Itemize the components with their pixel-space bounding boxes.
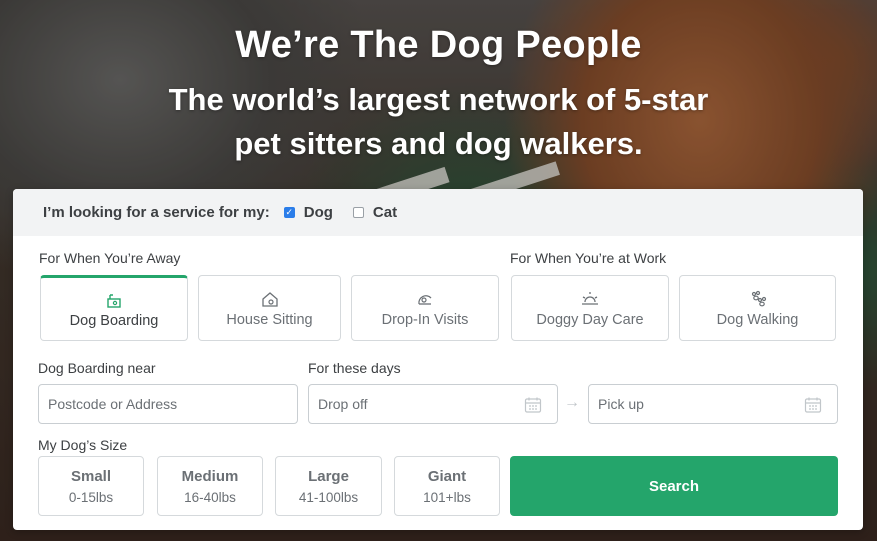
hero-subtitle-line1: The world’s largest network of 5-star — [168, 82, 709, 117]
pick-up-date-input[interactable]: Pick up — [588, 384, 838, 424]
size-option-small[interactable]: Small 0-15lbs — [38, 456, 144, 516]
cat-checkbox-label: Cat — [372, 204, 398, 221]
service-label: Dog Walking — [716, 311, 799, 328]
size-range: 41-100lbs — [298, 489, 359, 505]
size-name: Large — [308, 467, 349, 485]
dog-size-label: My Dog’s Size — [38, 437, 128, 453]
drop-in-visits-icon — [418, 294, 432, 305]
location-input[interactable]: Postcode or Address — [38, 384, 298, 424]
service-doggy-day-care[interactable]: Doggy Day Care — [511, 275, 669, 341]
pick-up-placeholder: Pick up — [598, 396, 644, 412]
hero-subtitle: The world’s largest network of 5-star pe… — [0, 78, 877, 166]
service-dog-boarding[interactable]: Dog Boarding — [40, 275, 188, 341]
date-range-arrow-icon: → — [564, 394, 580, 411]
drop-off-placeholder: Drop off — [318, 396, 368, 412]
drop-off-date-input[interactable]: Drop off — [308, 384, 558, 424]
size-range: 0-15lbs — [68, 489, 114, 505]
service-label: House Sitting — [226, 311, 313, 328]
size-option-large[interactable]: Large 41-100lbs — [275, 456, 382, 516]
dog-checkbox[interactable]: ✓ — [283, 207, 295, 218]
calendar-icon[interactable] — [524, 396, 542, 414]
pet-type-bar: I’m looking for a service for my: ✓ Dog … — [13, 189, 863, 236]
size-name: Giant — [427, 467, 467, 485]
size-option-medium[interactable]: Medium 16-40lbs — [157, 456, 263, 516]
hero-title: We’re The Dog People — [235, 24, 642, 66]
dog-walking-icon — [751, 290, 766, 306]
service-label: Drop-In Visits — [381, 311, 469, 328]
dog-checkbox-label: Dog — [303, 204, 333, 221]
size-range: 16-40lbs — [184, 489, 236, 505]
service-dog-walking[interactable]: Dog Walking — [679, 275, 836, 341]
service-label: Doggy Day Care — [536, 311, 644, 328]
hero-subtitle-line2: pet sitters and dog walkers. — [234, 126, 643, 161]
search-button[interactable]: Search — [510, 456, 838, 516]
dates-label: For these days — [308, 360, 401, 376]
cat-checkbox-option[interactable]: Cat — [352, 204, 398, 221]
doggy-day-care-icon — [582, 291, 598, 305]
calendar-icon[interactable] — [804, 396, 822, 414]
size-name: Medium — [181, 467, 239, 485]
size-name: Small — [70, 467, 112, 485]
cat-checkbox[interactable] — [352, 207, 364, 218]
service-house-sitting[interactable]: House Sitting — [198, 275, 341, 341]
away-services-label: For When You’re Away — [39, 250, 181, 266]
dog-checkbox-option[interactable]: ✓ Dog — [283, 204, 333, 221]
location-placeholder: Postcode or Address — [48, 396, 178, 412]
work-services-label: For When You’re at Work — [510, 250, 667, 266]
search-form-card: I’m looking for a service for my: ✓ Dog … — [13, 189, 863, 530]
pet-type-prompt: I’m looking for a service for my: — [43, 204, 270, 221]
house-sitting-icon — [261, 291, 278, 307]
size-option-giant[interactable]: Giant 101+lbs — [394, 456, 500, 516]
size-range: 101+lbs — [423, 489, 471, 505]
location-label: Dog Boarding near — [38, 360, 156, 376]
service-label: Dog Boarding — [69, 312, 159, 329]
service-drop-in-visits[interactable]: Drop-In Visits — [351, 275, 499, 341]
dog-boarding-icon — [107, 293, 121, 308]
